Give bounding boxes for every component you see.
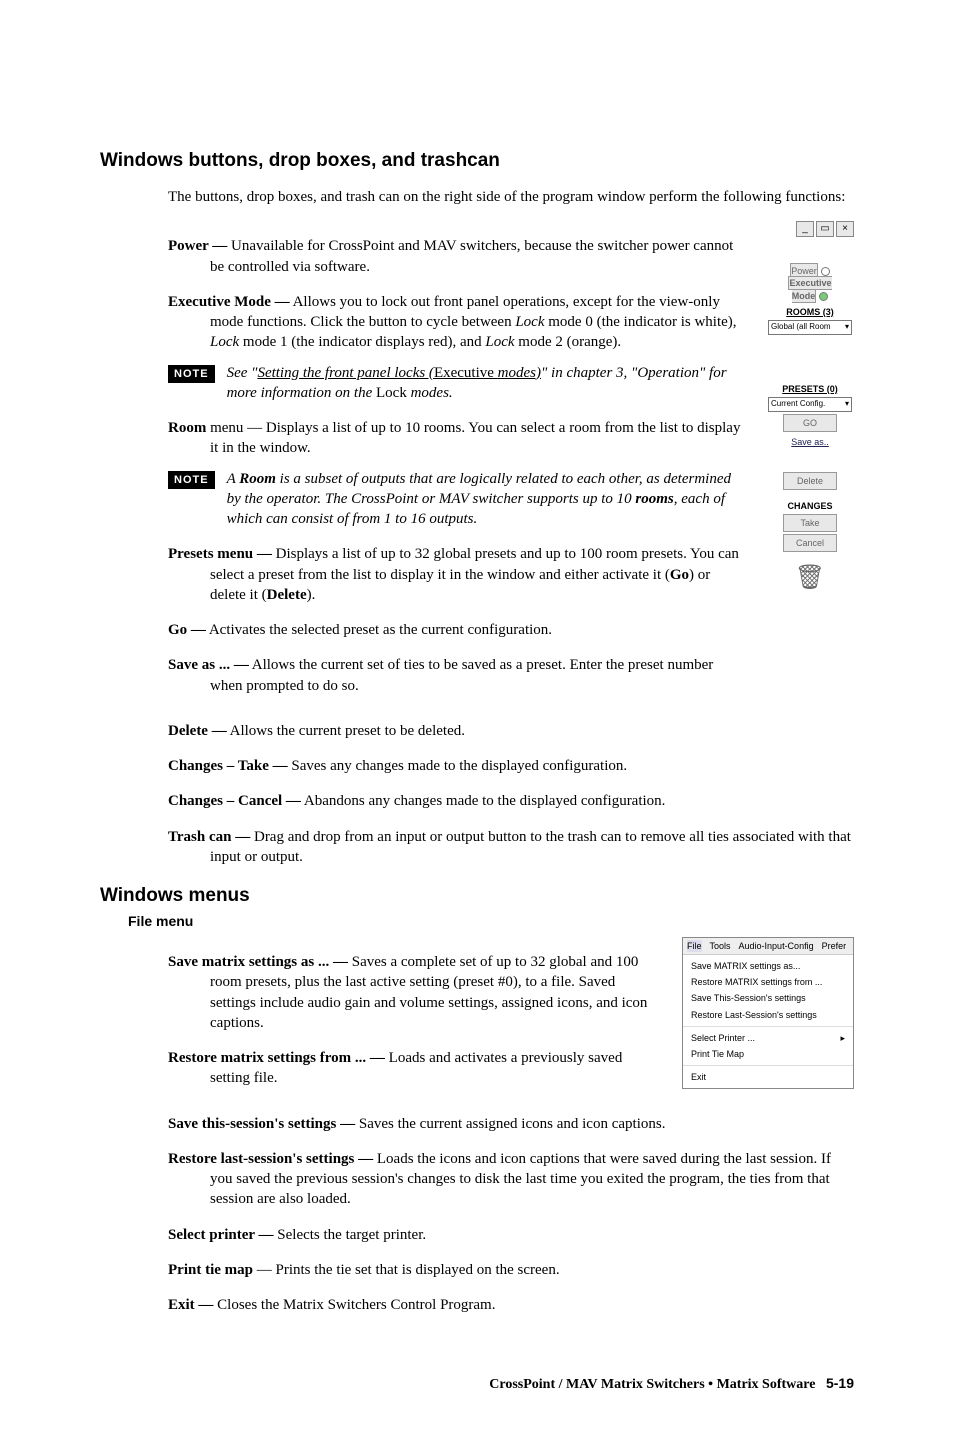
presets-label: PRESETS (0) <box>766 383 854 395</box>
menu-item[interactable]: Print Tie Map <box>683 1046 853 1062</box>
note-exec-mode: NOTE See "Setting the front panel locks … <box>168 363 748 404</box>
menu-audio[interactable]: Audio-Input-Config <box>739 940 814 952</box>
entry-trash-can: Trash can — Drag and drop from an input … <box>168 827 854 868</box>
entry-restore-session: Restore last-session's settings — Loads … <box>168 1149 854 1210</box>
entry-executive-mode: Executive Mode — Allows you to lock out … <box>168 292 748 353</box>
entry-exit: Exit — Closes the Matrix Switchers Contr… <box>168 1295 854 1315</box>
chevron-down-icon: ▾ <box>845 399 849 410</box>
page-footer: CrossPoint / MAV Matrix Switchers • Matr… <box>100 1375 854 1393</box>
menu-item[interactable]: Restore MATRIX settings from ... <box>683 974 853 990</box>
heading-windows-menus: Windows menus <box>100 885 854 907</box>
chevron-down-icon: ▾ <box>845 322 849 333</box>
heading-windows-buttons: Windows buttons, drop boxes, and trashca… <box>100 150 854 172</box>
go-button[interactable]: GO <box>783 414 837 432</box>
menu-item[interactable]: Save This-Session's settings <box>683 990 853 1006</box>
entry-save-session: Save this-session's settings — Saves the… <box>168 1114 854 1134</box>
close-icon[interactable]: × <box>836 221 854 237</box>
menu-item[interactable]: Exit <box>683 1069 853 1085</box>
power-indicator-icon <box>821 267 830 276</box>
entry-go: Go — Activates the selected preset as th… <box>168 620 748 640</box>
entry-power: Power — Unavailable for CrossPoint and M… <box>168 236 748 277</box>
file-menu-mock: File Tools Audio-Input-Config Prefer Sav… <box>682 937 854 1089</box>
entry-save-as: Save as ... — Allows the current set of … <box>168 655 748 696</box>
menu-item[interactable]: Restore Last-Session's settings <box>683 1007 853 1023</box>
subhead-file-menu: File menu <box>128 913 854 929</box>
trash-icon[interactable]: 🗑 <box>766 562 854 594</box>
menu-file[interactable]: File <box>687 940 702 952</box>
rooms-label: ROOMS (3) <box>766 306 854 318</box>
entry-save-matrix: Save matrix settings as ... — Saves a co… <box>168 952 664 1033</box>
note-tag: NOTE <box>168 471 215 490</box>
entry-restore-matrix: Restore matrix settings from ... — Loads… <box>168 1048 664 1089</box>
delete-button[interactable]: Delete <box>783 472 837 490</box>
save-as-button[interactable]: Save as.. <box>784 434 836 450</box>
menubar: File Tools Audio-Input-Config Prefer <box>683 938 853 955</box>
entry-room: Room menu — Displays a list of up to 10 … <box>168 418 748 459</box>
entry-delete: Delete — Allows the current preset to be… <box>168 721 854 741</box>
note-tag: NOTE <box>168 365 215 384</box>
entry-presets: Presets menu — Displays a list of up to … <box>168 544 748 605</box>
menu-item[interactable]: Save MATRIX settings as... <box>683 958 853 974</box>
presets-dropdown[interactable]: Current Config.▾ <box>768 397 852 412</box>
rooms-dropdown[interactable]: Global (all Room▾ <box>768 320 852 335</box>
window-controls: _ ▭ × <box>766 221 854 237</box>
menu-item[interactable]: Select Printer ...▸ <box>683 1030 853 1046</box>
note-room: NOTE A Room is a subset of outputs that … <box>168 469 748 530</box>
entry-changes-take: Changes – Take — Saves any changes made … <box>168 756 854 776</box>
entry-print-tie-map: Print tie map — Prints the tie set that … <box>168 1260 854 1280</box>
maximize-icon[interactable]: ▭ <box>816 221 834 237</box>
entry-changes-cancel: Changes – Cancel — Abandons any changes … <box>168 791 854 811</box>
submenu-arrow-icon: ▸ <box>840 1032 845 1044</box>
take-button[interactable]: Take <box>783 514 837 532</box>
intro-paragraph: The buttons, drop boxes, and trash can o… <box>168 187 854 207</box>
menu-prefer[interactable]: Prefer <box>822 940 847 952</box>
ui-panel-mock: _ ▭ × Power ExecutiveMode ROOMS (3) Glob… <box>766 221 854 595</box>
minimize-icon[interactable]: _ <box>796 221 814 237</box>
changes-label: CHANGES <box>766 500 854 512</box>
exec-indicator-icon <box>819 292 828 301</box>
cancel-button[interactable]: Cancel <box>783 534 837 552</box>
menu-tools[interactable]: Tools <box>710 940 731 952</box>
